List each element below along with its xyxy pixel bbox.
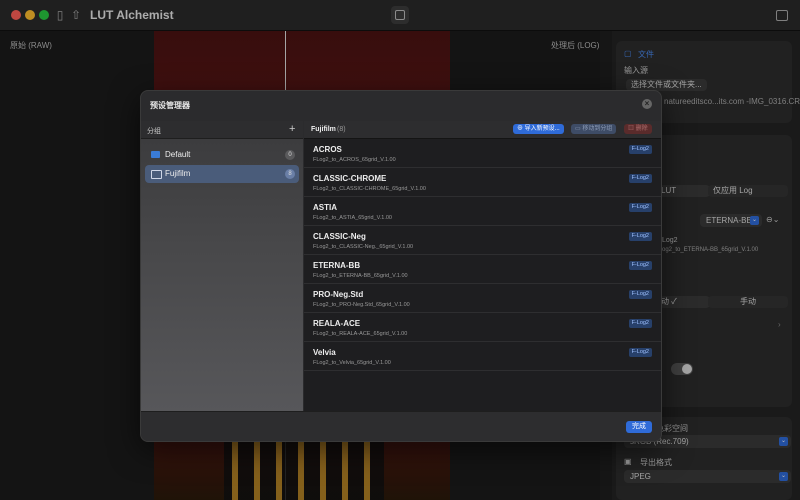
groups-header: 分组 + — [141, 121, 303, 139]
preset-name: REALA-ACE — [313, 319, 361, 328]
preset-row[interactable]: CLASSIC-CHROME FLog2_to_CLASSIC-CHROME_65… — [304, 167, 661, 197]
log-tag-badge: F-Log2 — [628, 261, 652, 270]
log-tag-badge: F-Log2 — [628, 290, 652, 299]
close-icon[interactable]: × — [642, 99, 652, 109]
preset-file: FLog2_to_CLASSIC-CHROME_65grid_V.1.00 — [313, 186, 426, 192]
preset-manager-dialog: 预设管理器 × 分组 + Default 0 Fujifilm 8 Fujifi… — [140, 90, 662, 442]
preset-file: FLog2_to_Velvia_65grid_V.1.00 — [313, 360, 391, 366]
add-group-button[interactable]: + — [289, 123, 295, 135]
dialog-footer: 完成 — [141, 411, 661, 441]
preset-list: ACROS FLog2_to_ACROS_65grid_V.1.00 F-Log2 C… — [304, 138, 661, 411]
folder-icon — [151, 170, 162, 179]
log-tag-badge: F-Log2 — [628, 348, 652, 357]
dialog-title: 预设管理器 — [150, 101, 190, 110]
preset-name: ETERNA-BB — [313, 261, 361, 270]
preset-row[interactable]: PRO-Neg.Std FLog2_to_PRO-Neg.Std_65grid_V… — [304, 283, 661, 313]
preset-row[interactable]: CLASSIC-Neg FLog2_to_CLASSIC-Neg._65grid_… — [304, 225, 661, 255]
log-tag-badge: F-Log2 — [628, 319, 652, 328]
preset-file: FLog2_to_PRO-Neg.Std_65grid_V.1.00 — [313, 302, 410, 308]
presets-header: Fujifilm (8) ⊕ 导入新预设... ▭ 移动到分组 ▥ 删除 — [304, 121, 661, 139]
delete-button[interactable]: ▥ 删除 — [624, 124, 652, 134]
groups-pane: 分组 + Default 0 Fujifilm 8 — [141, 121, 303, 411]
preset-row[interactable]: ACROS FLog2_to_ACROS_65grid_V.1.00 F-Log2 — [304, 138, 661, 168]
move-to-group-button[interactable]: ▭ 移动到分组 — [571, 124, 617, 134]
done-button[interactable]: 完成 — [626, 421, 652, 433]
current-group-count: (8) — [337, 126, 346, 133]
preset-row[interactable]: ASTIA FLog2_to_ASTIA_65grid_V.1.00 F-Log2 — [304, 196, 661, 226]
log-tag-badge: F-Log2 — [628, 203, 652, 212]
preset-name: CLASSIC-Neg — [313, 232, 366, 241]
preset-name: CLASSIC-CHROME — [313, 174, 387, 183]
preset-name: ASTIA — [313, 203, 337, 212]
preset-file: FLog2_to_ETERNA-BB_65grid_V.1.00 — [313, 273, 408, 279]
group-count: 0 — [285, 150, 295, 160]
preset-row[interactable]: Velvia FLog2_to_Velvia_65grid_V.1.00 F-Log… — [304, 341, 661, 371]
import-preset-button[interactable]: ⊕ 导入新预设... — [513, 124, 564, 134]
preset-row[interactable]: ETERNA-BB FLog2_to_ETERNA-BB_65grid_V.1.0… — [304, 254, 661, 284]
preset-file: FLog2_to_REALA-ACE_65grid_V.1.00 — [313, 331, 408, 337]
preset-file: FLog2_to_ACROS_65grid_V.1.00 — [313, 157, 396, 163]
log-tag-badge: F-Log2 — [628, 232, 652, 241]
preset-name: ACROS — [313, 145, 342, 154]
current-group-name: Fujifilm — [311, 126, 336, 133]
group-count: 8 — [285, 169, 295, 179]
log-tag-badge: F-Log2 — [628, 145, 652, 154]
group-item-fujifilm[interactable]: Fujifilm 8 — [145, 165, 299, 183]
folder-icon — [151, 151, 160, 158]
preset-name: PRO-Neg.Std — [313, 290, 364, 299]
preset-file: FLog2_to_ASTIA_65grid_V.1.00 — [313, 215, 392, 221]
groups-list: Default 0 Fujifilm 8 — [141, 139, 303, 411]
preset-row[interactable]: REALA-ACE FLog2_to_REALA-ACE_65grid_V.1.0… — [304, 312, 661, 342]
presets-pane: Fujifilm (8) ⊕ 导入新预设... ▭ 移动到分组 ▥ 删除 ACR… — [304, 121, 661, 411]
preset-file: FLog2_to_CLASSIC-Neg._65grid_V.1.00 — [313, 244, 414, 250]
group-item-default[interactable]: Default 0 — [145, 146, 299, 164]
preset-name: Velvia — [313, 348, 336, 357]
log-tag-badge: F-Log2 — [628, 174, 652, 183]
groups-header-label: 分组 — [147, 128, 161, 135]
